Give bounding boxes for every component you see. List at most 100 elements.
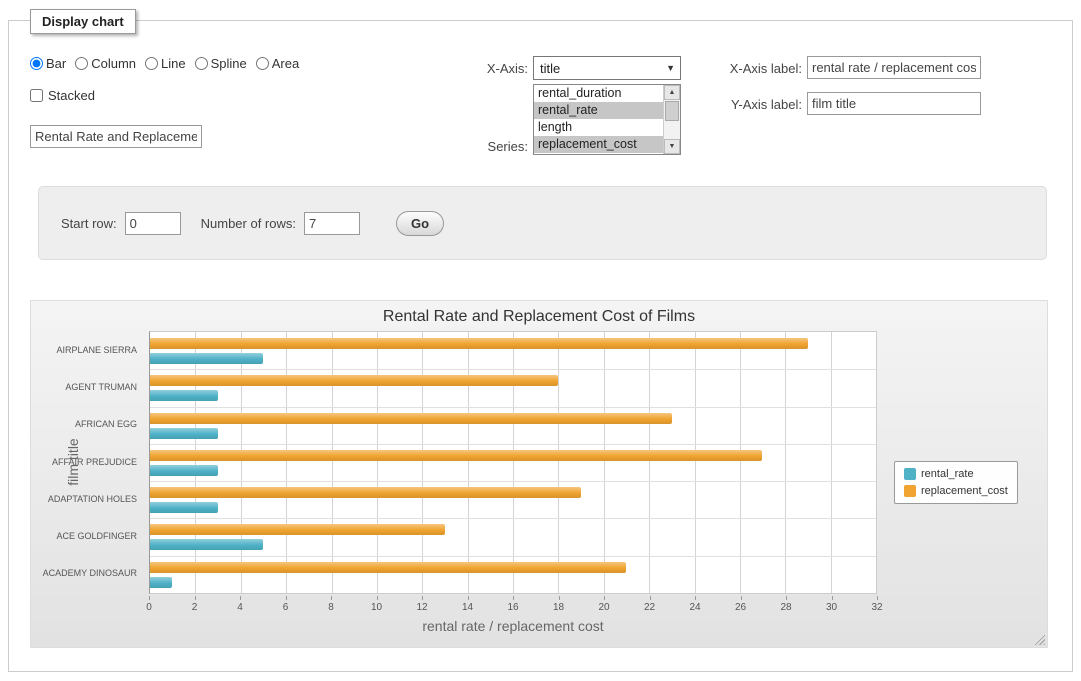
scroll-down-icon[interactable]: ▼: [664, 139, 680, 154]
y-axis-field-label: Y-Axis label:: [712, 97, 802, 112]
tick-label: 22: [644, 602, 655, 613]
tick-mark: [604, 596, 605, 600]
chart-legend: rental_rate replacement_cost: [894, 461, 1018, 504]
legend-label: replacement_cost: [921, 485, 1008, 497]
gridline: [558, 332, 559, 593]
series-option-length[interactable]: length: [534, 119, 663, 136]
stacked-checkbox-row[interactable]: Stacked: [30, 88, 95, 103]
tick-label: 26: [735, 602, 746, 613]
gridline: [150, 444, 876, 445]
x-axis-label-input[interactable]: [807, 56, 981, 79]
radio-line[interactable]: [145, 57, 158, 70]
radio-label: Bar: [46, 56, 66, 71]
chart-type-line[interactable]: Line: [145, 56, 186, 71]
scrollbar-thumb[interactable]: [665, 101, 679, 121]
tick-mark: [786, 596, 787, 600]
gridline: [150, 369, 876, 370]
number-of-rows-input[interactable]: [304, 212, 360, 235]
tick-label: 18: [553, 602, 564, 613]
tick-label: 12: [416, 602, 427, 613]
start-row-label: Start row:: [61, 216, 117, 231]
x-axis-select-value: title: [540, 61, 560, 76]
radio-label: Spline: [211, 56, 247, 71]
tick-label: 24: [689, 602, 700, 613]
gridline: [377, 332, 378, 593]
stacked-checkbox[interactable]: [30, 89, 43, 102]
category-label: AGENT TRUMAN: [65, 382, 137, 392]
start-row-input[interactable]: [125, 212, 181, 235]
bar-rental_rate: [150, 353, 263, 364]
gridline: [150, 518, 876, 519]
tick-label: 0: [146, 602, 152, 613]
series-option-replacement_cost[interactable]: replacement_cost: [534, 136, 663, 153]
radio-label: Column: [91, 56, 136, 71]
radio-spline[interactable]: [195, 57, 208, 70]
x-axis-select-label: X-Axis:: [462, 61, 528, 76]
go-button[interactable]: Go: [396, 211, 444, 236]
radio-area[interactable]: [256, 57, 269, 70]
gridline: [150, 481, 876, 482]
tick-mark: [422, 596, 423, 600]
bar-rental_rate: [150, 502, 218, 513]
tick-mark: [240, 596, 241, 600]
tick-label: 30: [826, 602, 837, 613]
bar-rental_rate: [150, 465, 218, 476]
gridline: [513, 332, 514, 593]
chart-title: Rental Rate and Replacement Cost of Film…: [31, 308, 1047, 326]
radio-column[interactable]: [75, 57, 88, 70]
gridline: [785, 332, 786, 593]
x-axis-select[interactable]: title ▼: [533, 56, 681, 80]
chart-title-input[interactable]: [30, 125, 202, 148]
bar-replacement_cost: [150, 487, 581, 498]
tick-mark: [149, 596, 150, 600]
chart-panel: Rental Rate and Replacement Cost of Film…: [30, 300, 1048, 648]
bar-rental_rate: [150, 539, 263, 550]
series-option-rental_duration[interactable]: rental_duration: [534, 85, 663, 102]
x-axis-field-label: X-Axis label:: [712, 61, 802, 76]
gridline: [422, 332, 423, 593]
gridline: [241, 332, 242, 593]
category-label: ACE GOLDFINGER: [56, 531, 137, 541]
series-listbox[interactable]: rental_durationrental_ratelengthreplacem…: [533, 84, 681, 155]
bar-replacement_cost: [150, 375, 558, 386]
tick-mark: [377, 596, 378, 600]
chart-type-area[interactable]: Area: [256, 56, 299, 71]
radio-label: Line: [161, 56, 186, 71]
chart-type-spline[interactable]: Spline: [195, 56, 247, 71]
gridline: [831, 332, 832, 593]
tick-label: 32: [871, 602, 882, 613]
bar-replacement_cost: [150, 562, 626, 573]
legend-item-replacement_cost[interactable]: replacement_cost: [904, 485, 1008, 497]
gridline: [876, 332, 877, 593]
tick-mark: [513, 596, 514, 600]
legend-item-rental_rate[interactable]: rental_rate: [904, 468, 1008, 480]
tick-label: 2: [192, 602, 198, 613]
tick-label: 10: [371, 602, 382, 613]
series-scrollbar[interactable]: ▲ ▼: [663, 85, 680, 154]
gridline: [195, 332, 196, 593]
category-label: AIRPLANE SIERRA: [56, 345, 137, 355]
tick-label: 28: [780, 602, 791, 613]
radio-label: Area: [272, 56, 299, 71]
tick-mark: [741, 596, 742, 600]
tick-mark: [695, 596, 696, 600]
stacked-label: Stacked: [48, 88, 95, 103]
tick-mark: [559, 596, 560, 600]
bar-rental_rate: [150, 390, 218, 401]
chart-type-bar[interactable]: Bar: [30, 56, 66, 71]
gridline: [150, 556, 876, 557]
gridline: [604, 332, 605, 593]
chart-type-column[interactable]: Column: [75, 56, 136, 71]
scrollbar-track[interactable]: [664, 121, 680, 139]
gridline: [740, 332, 741, 593]
resize-handle-icon[interactable]: [1032, 632, 1045, 645]
legend-swatch: [904, 485, 916, 497]
tick-mark: [286, 596, 287, 600]
chevron-down-icon: ▼: [666, 63, 675, 73]
tick-label: 4: [237, 602, 243, 613]
page: Display chart BarColumnLineSplineArea St…: [0, 0, 1081, 681]
series-option-rental_rate[interactable]: rental_rate: [534, 102, 663, 119]
y-axis-label-input[interactable]: [807, 92, 981, 115]
scroll-up-icon[interactable]: ▲: [664, 85, 680, 100]
radio-bar[interactable]: [30, 57, 43, 70]
